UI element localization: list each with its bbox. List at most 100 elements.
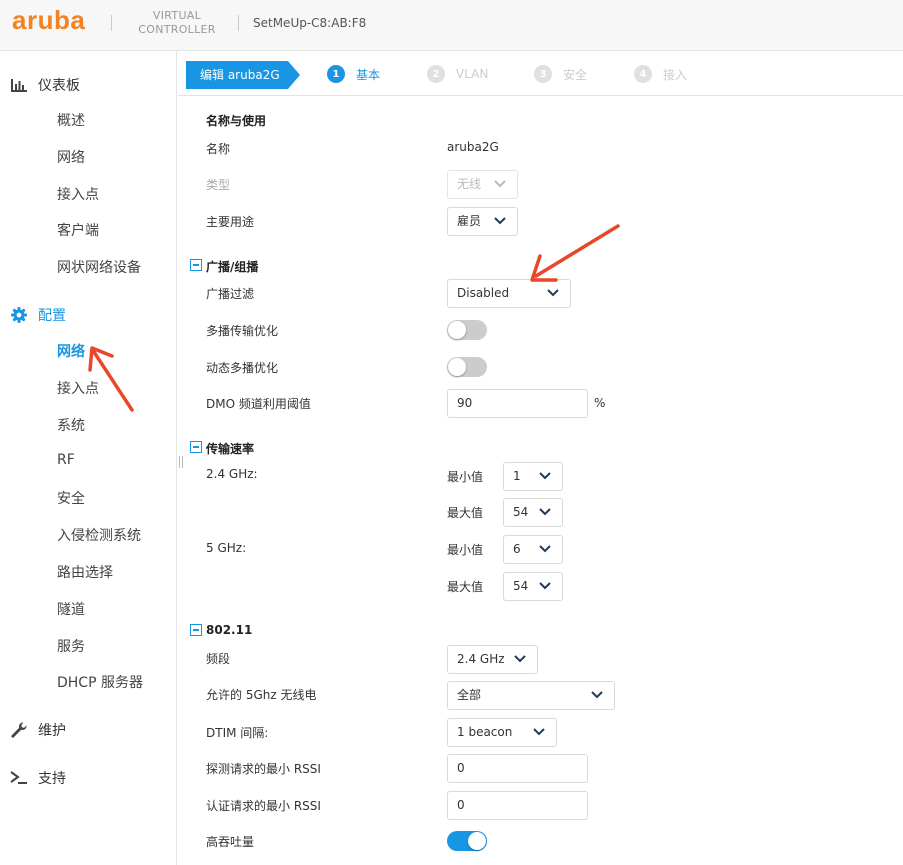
sidebar-group-dashboard[interactable]: 仪表板 bbox=[10, 75, 80, 95]
sidebar-item-security[interactable]: 安全 bbox=[57, 488, 85, 508]
sidebar-item-networks[interactable]: 网络 bbox=[57, 341, 85, 361]
sidebar-item-mesh-devices[interactable]: 网状网络设备 bbox=[57, 257, 141, 277]
annotation-arrow-sidebar-icon bbox=[88, 346, 134, 412]
band-24-max-label: 最大值 bbox=[447, 506, 484, 520]
type-select: 无线 bbox=[447, 170, 518, 199]
sidebar-resize-handle[interactable] bbox=[179, 456, 183, 468]
chevron-down-icon bbox=[547, 289, 559, 297]
step-label: 安全 bbox=[563, 67, 588, 82]
sidebar-group-label: 维护 bbox=[38, 723, 66, 739]
sidebar-group-maintenance[interactable]: 维护 bbox=[10, 720, 66, 740]
chevron-down-icon bbox=[514, 655, 526, 663]
auth-rssi-label: 认证请求的最小 RSSI bbox=[206, 799, 321, 813]
dtim-label: DTIM 间隔: bbox=[206, 726, 269, 740]
band-5-min-select[interactable]: 6 bbox=[503, 535, 563, 564]
name-label: 名称 bbox=[206, 142, 231, 156]
collapse-broadcast-icon[interactable] bbox=[190, 259, 202, 271]
section-80211-title: 802.11 bbox=[206, 623, 253, 637]
primary-usage-label: 主要用途 bbox=[206, 215, 255, 229]
wrench-icon bbox=[10, 721, 28, 739]
type-select-value: 无线 bbox=[457, 177, 482, 191]
dmo-threshold-input[interactable]: 90 bbox=[447, 389, 588, 418]
dtim-select[interactable]: 1 beacon bbox=[447, 718, 557, 747]
multicast-opt-label: 多播传输优化 bbox=[206, 324, 279, 338]
band-24-max-select[interactable]: 54 bbox=[503, 498, 563, 527]
band-24-max-value: 54 bbox=[513, 505, 529, 519]
probe-rssi-input[interactable]: 0 bbox=[447, 754, 588, 783]
type-label: 类型 bbox=[206, 178, 231, 192]
step-number: 4 bbox=[634, 65, 652, 83]
aruba-logo[interactable]: aruba bbox=[12, 5, 85, 36]
band-select[interactable]: 2.4 GHz bbox=[447, 645, 538, 674]
top-bar: aruba VIRTUAL CONTROLLER SetMeUp-C8:AB:F… bbox=[0, 0, 903, 51]
primary-usage-select[interactable]: 雇员 bbox=[447, 207, 518, 236]
chevron-down-icon bbox=[494, 217, 506, 225]
header-divider bbox=[238, 15, 239, 31]
multicast-opt-toggle[interactable] bbox=[447, 320, 487, 340]
sidebar-group-label: 支持 bbox=[38, 771, 66, 787]
broadcast-filter-select-value: Disabled bbox=[457, 286, 510, 300]
sidebar-item-tunneling[interactable]: 隧道 bbox=[57, 599, 85, 619]
device-name[interactable]: SetMeUp-C8:AB:F8 bbox=[253, 16, 366, 30]
band-24-min-select[interactable]: 1 bbox=[503, 462, 563, 491]
sidebar-group-configuration[interactable]: 配置 bbox=[10, 305, 66, 325]
step-number: 2 bbox=[427, 65, 445, 83]
product-line-2: CONTROLLER bbox=[138, 23, 216, 36]
step-number: 1 bbox=[327, 65, 345, 83]
sidebar-group-support[interactable]: 支持 bbox=[10, 768, 66, 788]
wizard-step-basic[interactable]: 1 基本 bbox=[327, 65, 380, 83]
wizard-step-security[interactable]: 3 安全 bbox=[534, 65, 587, 83]
probe-rssi-label: 探测请求的最小 RSSI bbox=[206, 762, 321, 776]
sidebar-item-rf[interactable]: RF bbox=[57, 452, 75, 468]
band-24-min-value: 1 bbox=[513, 469, 521, 483]
step-label: 基本 bbox=[356, 67, 381, 82]
dynamic-multicast-toggle[interactable] bbox=[447, 357, 487, 377]
chevron-down-icon bbox=[539, 472, 551, 480]
allowed-5g-select-value: 全部 bbox=[457, 688, 482, 702]
collapse-rates-icon[interactable] bbox=[190, 441, 202, 453]
product-name: VIRTUAL CONTROLLER bbox=[133, 9, 221, 37]
band-24-min-label: 最小值 bbox=[447, 470, 484, 484]
chevron-down-icon bbox=[539, 545, 551, 553]
sidebar-item-ids[interactable]: 入侵检测系统 bbox=[57, 525, 141, 545]
allowed-5g-label: 允许的 5Ghz 无线电 bbox=[206, 688, 317, 702]
sidebar-item-clients[interactable]: 客户端 bbox=[57, 220, 99, 240]
sidebar-item-dhcp-server[interactable]: DHCP 服务器 bbox=[57, 672, 143, 692]
dmo-threshold-label: DMO 频道利用阈值 bbox=[206, 397, 311, 411]
band-select-value: 2.4 GHz bbox=[457, 652, 505, 666]
sidebar-item-system[interactable]: 系统 bbox=[57, 415, 85, 435]
sidebar-item-overview[interactable]: 概述 bbox=[57, 110, 85, 130]
chevron-down-icon bbox=[494, 180, 506, 188]
band-5-max-select[interactable]: 54 bbox=[503, 572, 563, 601]
name-value: aruba2G bbox=[447, 140, 499, 154]
high-throughput-toggle[interactable] bbox=[447, 831, 487, 851]
allowed-5g-select[interactable]: 全部 bbox=[447, 681, 615, 710]
sidebar-item-services[interactable]: 服务 bbox=[57, 636, 85, 656]
chevron-down-icon bbox=[539, 582, 551, 590]
band-label: 频段 bbox=[206, 652, 231, 666]
terminal-icon bbox=[10, 769, 28, 787]
wizard-step-access[interactable]: 4 接入 bbox=[634, 65, 687, 83]
chevron-down-icon bbox=[533, 728, 545, 736]
wizard-bar: 编辑 aruba2G 1 基本 2 VLAN 3 安全 4 接入 bbox=[178, 51, 903, 96]
step-label: 接入 bbox=[663, 67, 688, 82]
sidebar-item-dashboard-access-points[interactable]: 接入点 bbox=[57, 184, 99, 204]
toggle-knob bbox=[448, 321, 466, 339]
section-rates-title: 传输速率 bbox=[206, 442, 255, 456]
sidebar-item-dashboard-network[interactable]: 网络 bbox=[57, 147, 85, 167]
band-5-label: 5 GHz: bbox=[206, 541, 247, 555]
sidebar-group-label: 配置 bbox=[38, 308, 66, 324]
band-24-label: 2.4 GHz: bbox=[206, 467, 258, 481]
header-divider bbox=[111, 15, 112, 31]
gear-icon bbox=[10, 306, 28, 324]
toggle-knob bbox=[468, 832, 486, 850]
dmo-threshold-unit: % bbox=[594, 396, 606, 410]
chevron-down-icon bbox=[591, 691, 603, 699]
chevron-down-icon bbox=[539, 508, 551, 516]
sidebar-item-routing[interactable]: 路由选择 bbox=[57, 562, 113, 582]
wizard-step-vlan[interactable]: 2 VLAN bbox=[427, 65, 488, 83]
section-name-usage-title: 名称与使用 bbox=[206, 114, 267, 128]
high-throughput-label: 高吞吐量 bbox=[206, 835, 255, 849]
collapse-80211-icon[interactable] bbox=[190, 624, 202, 636]
auth-rssi-input[interactable]: 0 bbox=[447, 791, 588, 820]
